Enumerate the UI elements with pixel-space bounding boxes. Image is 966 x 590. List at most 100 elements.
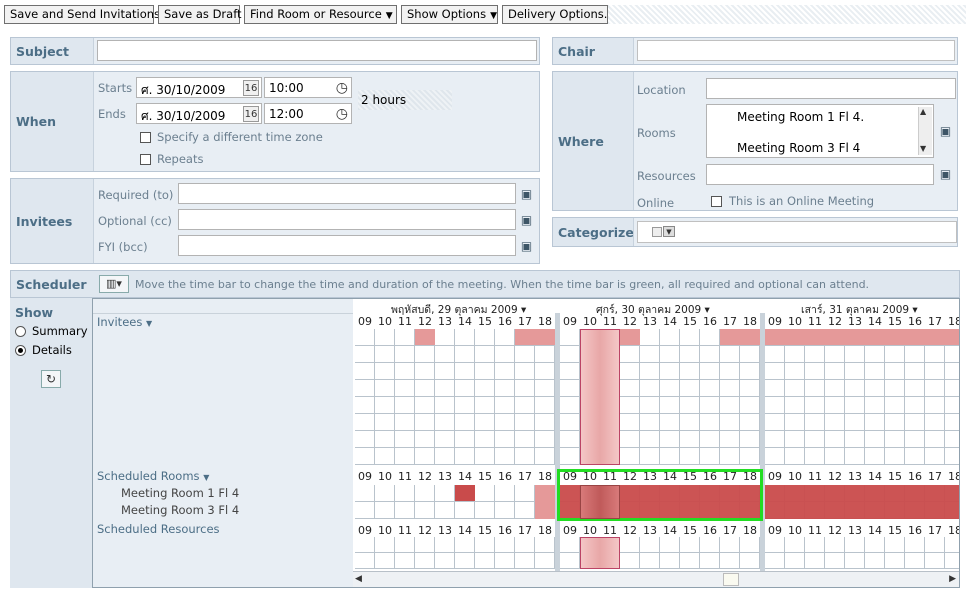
grid-cell[interactable] — [375, 448, 395, 465]
grid-cell[interactable] — [825, 346, 845, 363]
grid-cell[interactable] — [905, 397, 925, 414]
grid-cell[interactable] — [355, 363, 375, 380]
grid-cell[interactable] — [785, 448, 805, 465]
grid-cell[interactable] — [435, 380, 455, 397]
grid-cell[interactable] — [355, 346, 375, 363]
grid-cell[interactable] — [945, 414, 959, 431]
summary-radio[interactable] — [15, 326, 26, 337]
grid-cell[interactable] — [415, 502, 435, 519]
grid-cell[interactable] — [845, 448, 865, 465]
grid-cell[interactable] — [925, 537, 945, 553]
grid-cell[interactable] — [865, 553, 885, 569]
calendar-icon[interactable]: 16 — [243, 106, 259, 122]
grid-cell[interactable] — [720, 448, 740, 465]
grid-cell[interactable] — [475, 448, 495, 465]
grid-cell[interactable] — [415, 553, 435, 569]
grid-cell[interactable] — [765, 397, 785, 414]
grid-cell[interactable] — [740, 448, 760, 465]
grid-cell[interactable] — [925, 363, 945, 380]
grid-cell[interactable] — [535, 553, 555, 569]
grid-cell[interactable] — [535, 414, 555, 431]
category-swatch-icon[interactable] — [652, 227, 662, 237]
grid-cell[interactable] — [905, 537, 925, 553]
grid-cell[interactable] — [680, 346, 700, 363]
repeats-checkbox[interactable] — [140, 154, 151, 165]
grid-cell[interactable] — [455, 363, 475, 380]
grid-cell[interactable] — [885, 553, 905, 569]
grid-cell[interactable] — [805, 346, 825, 363]
grid-cell[interactable] — [865, 537, 885, 553]
grid-cell[interactable] — [825, 537, 845, 553]
grid-cell[interactable] — [620, 414, 640, 431]
grid-cell[interactable] — [395, 553, 415, 569]
grid-cell[interactable] — [805, 537, 825, 553]
grid-cell[interactable] — [700, 380, 720, 397]
grid-cell[interactable] — [700, 448, 720, 465]
grid-cell[interactable] — [515, 346, 535, 363]
grid-cell[interactable] — [475, 380, 495, 397]
clock-icon[interactable]: ◷ — [336, 80, 348, 96]
grid-cell[interactable] — [825, 414, 845, 431]
grid-cell[interactable] — [560, 397, 580, 414]
grid-cell[interactable] — [515, 397, 535, 414]
grid-cell[interactable] — [475, 537, 495, 553]
grid-cell[interactable] — [475, 346, 495, 363]
grid-cell[interactable] — [945, 380, 959, 397]
grid-cell[interactable] — [475, 397, 495, 414]
grid-cell[interactable] — [905, 380, 925, 397]
grid-cell[interactable] — [495, 431, 515, 448]
grid-cell[interactable] — [375, 553, 395, 569]
grid-cell[interactable] — [435, 553, 455, 569]
grid-cell[interactable] — [785, 363, 805, 380]
grid-cell[interactable] — [845, 553, 865, 569]
grid-cell[interactable] — [515, 537, 535, 553]
grid-cell[interactable] — [845, 537, 865, 553]
grid-cell[interactable] — [355, 537, 375, 553]
grid-cell[interactable] — [660, 553, 680, 569]
grid-cell[interactable] — [845, 346, 865, 363]
grid-cell[interactable] — [495, 502, 515, 519]
timezone-checkbox[interactable] — [140, 132, 151, 143]
grid-cell[interactable] — [945, 553, 959, 569]
grid-cell[interactable] — [435, 537, 455, 553]
scroll-thumb[interactable] — [723, 573, 739, 586]
grid-cell[interactable] — [495, 380, 515, 397]
grid-cell[interactable] — [720, 431, 740, 448]
grid-cell[interactable] — [680, 537, 700, 553]
grid-cell[interactable] — [945, 448, 959, 465]
calendar-icon[interactable]: 16 — [243, 80, 259, 96]
grid-cell[interactable] — [720, 553, 740, 569]
grid-cell[interactable] — [535, 431, 555, 448]
grid-cell[interactable] — [865, 397, 885, 414]
grid-cell[interactable] — [845, 431, 865, 448]
grid-cell[interactable] — [475, 414, 495, 431]
grid-cell[interactable] — [435, 363, 455, 380]
grid-cell[interactable] — [435, 502, 455, 519]
show-options-button[interactable]: Show Options ▼ — [401, 5, 498, 24]
grid-cell[interactable] — [660, 537, 680, 553]
grid-cell[interactable] — [720, 380, 740, 397]
grid-cell[interactable] — [620, 431, 640, 448]
grid-cell[interactable] — [395, 431, 415, 448]
categorize-field[interactable]: ▼ — [637, 221, 957, 243]
grid-cell[interactable] — [375, 346, 395, 363]
delivery-options-button[interactable]: Delivery Options... — [502, 5, 615, 24]
grid-cell[interactable] — [415, 397, 435, 414]
grid-cell[interactable] — [375, 363, 395, 380]
grid-cell[interactable] — [395, 329, 415, 346]
grid-cell[interactable] — [515, 553, 535, 569]
grid-cell[interactable] — [905, 553, 925, 569]
grid-cell[interactable] — [885, 431, 905, 448]
grid-cell[interactable] — [825, 553, 845, 569]
grid-cell[interactable] — [865, 380, 885, 397]
address-book-icon[interactable]: ▣ — [518, 237, 535, 255]
grid-cell[interactable] — [700, 329, 720, 346]
rooms-list[interactable]: Meeting Room 1 Fl 4. Meeting Room 3 Fl 4… — [706, 104, 934, 158]
details-radio[interactable] — [15, 345, 26, 356]
grid-cell[interactable] — [785, 380, 805, 397]
grid-cell[interactable] — [515, 431, 535, 448]
meeting-time-bar[interactable] — [580, 329, 620, 465]
scroll-up-icon[interactable]: ▲ — [920, 107, 926, 116]
online-checkbox[interactable] — [711, 196, 722, 207]
location-input[interactable] — [706, 78, 956, 99]
